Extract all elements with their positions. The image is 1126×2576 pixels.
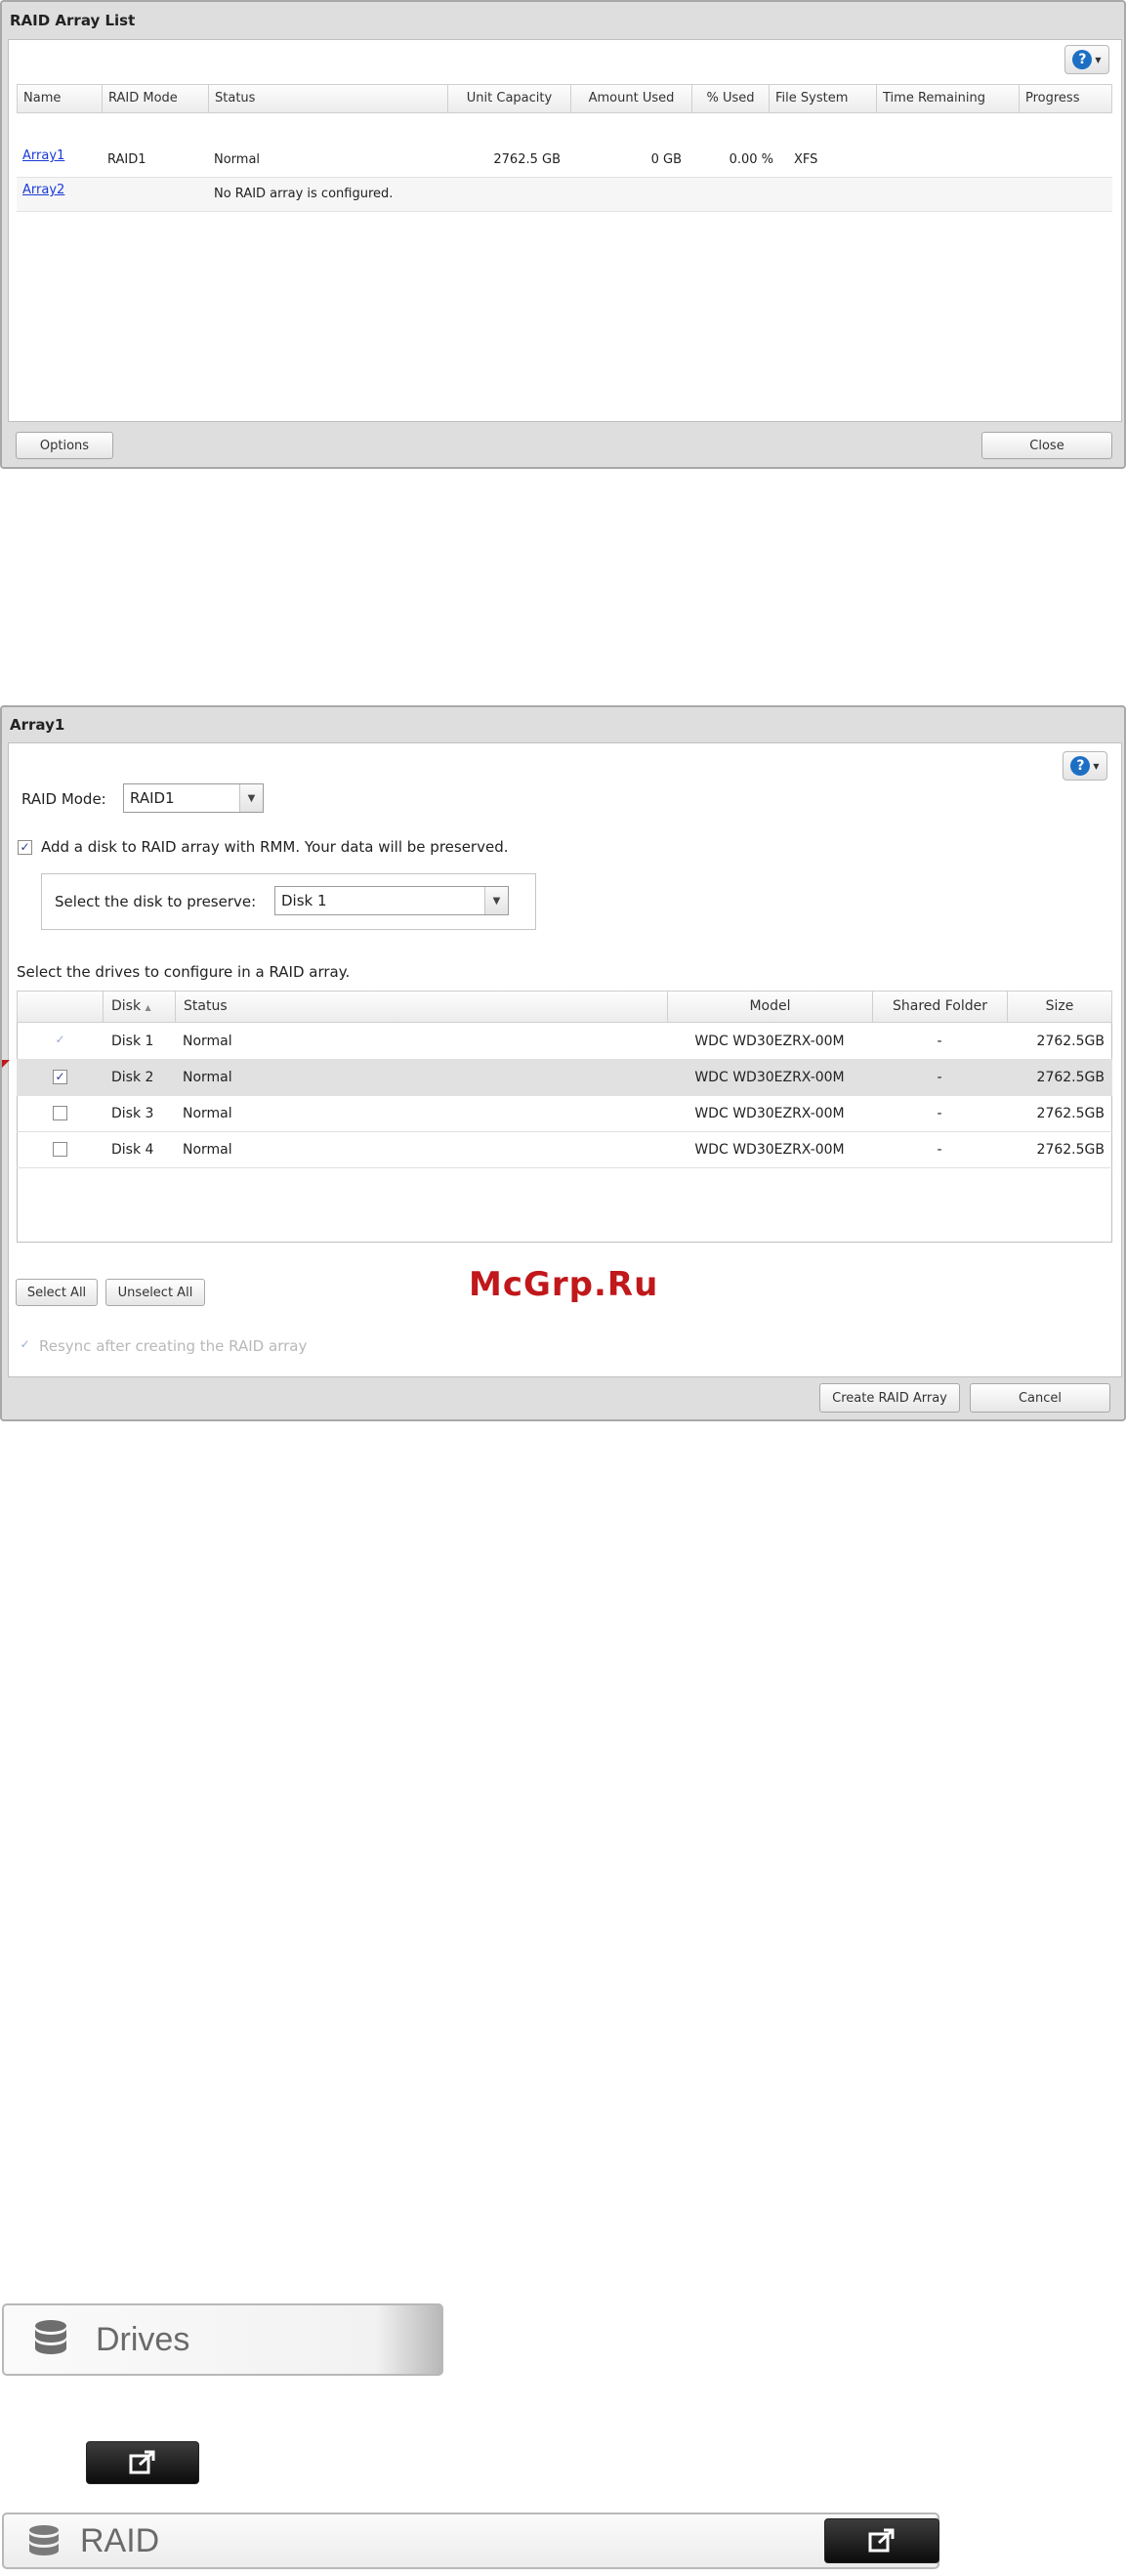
external-open-icon xyxy=(868,2528,895,2553)
table-row[interactable]: ✓ Disk 2 Normal WDC WD30EZRX-00M - 2762.… xyxy=(2,1060,1112,1096)
chevron-down-icon: ▼ xyxy=(239,784,263,812)
status-cell: Normal xyxy=(183,1142,232,1158)
disk-checkbox[interactable] xyxy=(53,1106,67,1120)
select-all-button[interactable]: Select All xyxy=(16,1279,98,1306)
col-size[interactable]: Size xyxy=(1008,992,1111,1022)
model-cell: WDC WD30EZRX-00M xyxy=(694,1142,845,1158)
open-settings-button[interactable] xyxy=(86,2441,199,2484)
chevron-down-icon: ▼ xyxy=(484,887,508,914)
table-row[interactable]: Array2 No RAID array is configured. xyxy=(17,178,1112,212)
shared-cell: - xyxy=(937,1070,942,1085)
col-file-system[interactable]: File System xyxy=(770,85,877,112)
raid-open-button[interactable] xyxy=(824,2518,939,2563)
drives-nav-bar[interactable]: Drives xyxy=(2,2303,443,2376)
col-amount-used[interactable]: Amount Used xyxy=(571,85,692,112)
help-button[interactable]: ? ▼ xyxy=(1064,45,1109,74)
resync-label: Resync after creating the RAID array xyxy=(39,1337,308,1355)
col-checkbox xyxy=(18,992,104,1022)
chevron-down-icon: ▼ xyxy=(1093,761,1100,771)
dialog-title: Array1 xyxy=(10,716,65,734)
col-shared-folder[interactable]: Shared Folder xyxy=(873,992,1008,1022)
chevron-down-icon: ▼ xyxy=(1095,55,1102,64)
help-icon: ? xyxy=(1070,756,1091,776)
pct-cell: 0.00 % xyxy=(729,152,773,167)
raid-nav-label: RAID xyxy=(80,2522,160,2559)
status-cell: Normal xyxy=(183,1034,232,1049)
help-icon: ? xyxy=(1072,50,1093,69)
table-row[interactable]: Array1 RAID1 Normal 2762.5 GB 0 GB 0.00 … xyxy=(17,144,1112,178)
size-cell: 2762.5GB xyxy=(1036,1034,1105,1049)
size-cell: 2762.5GB xyxy=(1036,1142,1105,1158)
col-status[interactable]: Status xyxy=(209,85,448,112)
col-time-remaining[interactable]: Time Remaining xyxy=(877,85,1020,112)
col-model[interactable]: Model xyxy=(668,992,873,1022)
shared-cell: - xyxy=(937,1034,942,1049)
disk-cell: Disk 1 xyxy=(111,1034,154,1049)
raid-nav-bar[interactable]: RAID xyxy=(2,2513,939,2569)
raid-mode-cell: RAID1 xyxy=(107,152,146,167)
model-cell: WDC WD30EZRX-00M xyxy=(694,1070,845,1085)
capacity-cell: 2762.5 GB xyxy=(493,152,561,167)
cancel-button[interactable]: Cancel xyxy=(970,1383,1110,1413)
external-open-icon xyxy=(129,2450,155,2474)
table-row[interactable]: Disk 4 Normal WDC WD30EZRX-00M - 2762.5G… xyxy=(17,1132,1112,1168)
model-cell: WDC WD30EZRX-00M xyxy=(694,1034,845,1049)
create-raid-array-button[interactable]: Create RAID Array xyxy=(819,1383,960,1413)
col-pct-used[interactable]: % Used xyxy=(692,85,770,112)
status-cell: Normal xyxy=(183,1106,232,1121)
drives-label: Select the drives to configure in a RAID… xyxy=(17,963,351,981)
unselect-all-button[interactable]: Unselect All xyxy=(105,1279,205,1306)
status-cell: Normal xyxy=(183,1070,232,1085)
disk-cell: Disk 2 xyxy=(111,1070,154,1085)
database-icon xyxy=(29,2525,59,2555)
disk-cell: Disk 4 xyxy=(111,1142,154,1158)
close-button[interactable]: Close xyxy=(981,432,1112,459)
rmm-checkbox[interactable]: ✓ xyxy=(18,840,32,855)
row-marker-icon xyxy=(2,1060,10,1068)
size-cell: 2762.5GB xyxy=(1036,1106,1105,1121)
size-cell: 2762.5GB xyxy=(1036,1070,1105,1085)
model-cell: WDC WD30EZRX-00M xyxy=(694,1106,845,1121)
drives-nav-label: Drives xyxy=(96,2321,190,2358)
raid-array-list-dialog: RAID Array List ? ▼ Name RAID Mode Statu… xyxy=(0,0,1126,469)
table-row[interactable]: Disk 3 Normal WDC WD30EZRX-00M - 2762.5G… xyxy=(17,1096,1112,1132)
col-unit-capacity[interactable]: Unit Capacity xyxy=(448,85,571,112)
preserve-disk-select[interactable]: Disk 1 ▼ xyxy=(274,886,509,915)
array-name-link[interactable]: Array2 xyxy=(17,174,64,207)
col-disk[interactable]: Disk ▲ xyxy=(104,992,176,1022)
resync-checkbox: ✓ xyxy=(20,1337,30,1351)
fs-cell: XFS xyxy=(794,152,818,167)
shared-cell: - xyxy=(937,1142,942,1158)
table-row[interactable]: ✓ Disk 1 Normal WDC WD30EZRX-00M - 2762.… xyxy=(17,1024,1112,1060)
watermark-text: McGrp.Ru xyxy=(469,1265,659,1304)
col-progress[interactable]: Progress xyxy=(1020,85,1111,112)
array-name-link[interactable]: Array1 xyxy=(17,140,64,173)
dialog-title: RAID Array List xyxy=(10,12,136,29)
disk-checkbox[interactable] xyxy=(53,1142,67,1157)
array-settings-dialog: Array1 ? ▼ RAID Mode: RAID1 ▼ ✓ Add a di… xyxy=(0,705,1126,1421)
sort-asc-icon: ▲ xyxy=(145,1003,151,1012)
raid-mode-select[interactable]: RAID1 ▼ xyxy=(123,783,264,813)
used-cell: 0 GB xyxy=(650,152,682,167)
col-raid-mode[interactable]: RAID Mode xyxy=(103,85,209,112)
preserve-disk-label: Select the disk to preserve: xyxy=(55,893,257,910)
raid-mode-label: RAID Mode: xyxy=(21,790,106,808)
rmm-label: Add a disk to RAID array with RMM. Your … xyxy=(41,838,509,856)
disk-cell: Disk 3 xyxy=(111,1106,154,1121)
col-status[interactable]: Status xyxy=(176,992,668,1022)
disk-checkbox[interactable]: ✓ xyxy=(53,1070,67,1084)
options-button[interactable]: Options xyxy=(16,432,113,459)
status-cell: No RAID array is configured. xyxy=(214,187,394,201)
shared-cell: - xyxy=(937,1106,942,1121)
disk-checkbox: ✓ xyxy=(55,1033,65,1046)
drives-table-header: Disk ▲ Status Model Shared Folder Size xyxy=(17,991,1112,1023)
col-name[interactable]: Name xyxy=(18,85,103,112)
status-cell: Normal xyxy=(214,152,261,167)
help-button[interactable]: ? ▼ xyxy=(1063,751,1107,781)
database-icon xyxy=(35,2320,66,2354)
raid-table-header: Name RAID Mode Status Unit Capacity Amou… xyxy=(17,84,1112,113)
